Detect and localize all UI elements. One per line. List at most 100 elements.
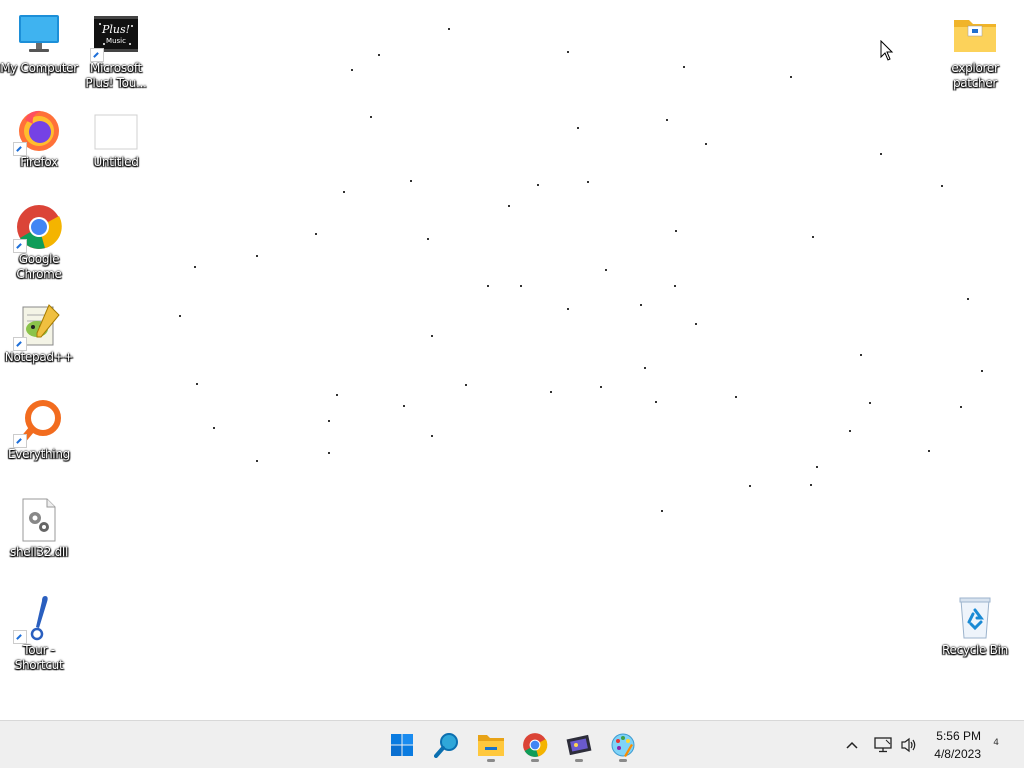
star-dot xyxy=(403,405,405,407)
star-dot xyxy=(587,181,589,183)
desktop-icon-label: Recycle Bin xyxy=(942,643,1008,657)
star-dot xyxy=(256,460,258,462)
star-dot xyxy=(370,116,372,118)
chrome-icon xyxy=(13,203,63,253)
tray-overflow-chevron[interactable] xyxy=(842,729,862,761)
desktop-icon-recycle-bin[interactable]: Recycle Bin xyxy=(936,594,1014,658)
shortcut-arrow-icon xyxy=(13,434,27,448)
desktop-icon-label: Firefox xyxy=(20,155,58,169)
star-dot xyxy=(213,427,215,429)
star-dot xyxy=(431,335,433,337)
taskbar-file-explorer[interactable] xyxy=(473,727,509,763)
desktop-icon-shell32[interactable]: shell32.dll xyxy=(0,496,78,560)
desktop-icon-google-chrome[interactable]: Google Chrome xyxy=(0,203,78,282)
tray-volume[interactable] xyxy=(898,729,920,761)
clock-time: 5:56 PM xyxy=(936,729,981,743)
windows-start-icon xyxy=(391,734,413,756)
star-dot xyxy=(674,285,676,287)
star-dot xyxy=(790,76,792,78)
recycle-bin-icon xyxy=(951,594,999,642)
star-dot xyxy=(315,233,317,235)
star-dot xyxy=(960,406,962,408)
star-dot xyxy=(860,354,862,356)
star-dot xyxy=(256,255,258,257)
star-dot xyxy=(328,420,330,422)
star-dot xyxy=(605,269,607,271)
notification-count-badge[interactable]: 4 xyxy=(993,738,999,748)
desktop-icon-tour-shortcut[interactable]: Tour - Shortcut xyxy=(0,594,78,673)
desktop-icon-plus-music[interactable]: Plus! Music Microsoft Plus! Tou... xyxy=(77,12,155,91)
dll-file-icon xyxy=(15,496,63,544)
taskbar-paint[interactable] xyxy=(605,727,641,763)
star-dot xyxy=(431,435,433,437)
star-dot xyxy=(683,66,685,68)
tray-network[interactable] xyxy=(872,729,894,761)
star-dot xyxy=(666,119,668,121)
shortcut-arrow-icon xyxy=(13,239,27,253)
star-dot xyxy=(812,236,814,238)
star-dot xyxy=(655,401,657,403)
star-dot xyxy=(705,143,707,145)
taskbar-start-button[interactable] xyxy=(384,727,420,763)
desktop-icon-explorer-patcher[interactable]: explorer patcher xyxy=(936,12,1014,91)
desktop-icon-everything[interactable]: Everything xyxy=(0,398,78,462)
desktop[interactable]: My Computer Firefox Google Chrome Notepa… xyxy=(0,0,1024,720)
star-dot xyxy=(567,308,569,310)
star-dot xyxy=(378,54,380,56)
running-indicator xyxy=(575,759,583,762)
star-dot xyxy=(967,298,969,300)
taskbar-media-player[interactable] xyxy=(561,727,597,763)
star-dot xyxy=(695,323,697,325)
star-dot xyxy=(849,430,851,432)
star-dot xyxy=(928,450,930,452)
star-dot xyxy=(427,238,429,240)
chevron-up-icon xyxy=(846,741,858,749)
taskbar-google-chrome[interactable] xyxy=(517,727,553,763)
running-indicator xyxy=(531,759,539,762)
star-dot xyxy=(550,391,552,393)
chrome-icon xyxy=(523,733,548,757)
desktop-icon-label: Tour - Shortcut xyxy=(14,643,64,672)
desktop-icon-my-computer[interactable]: My Computer xyxy=(0,12,78,76)
blank-file-icon xyxy=(92,106,140,154)
star-dot xyxy=(410,180,412,182)
star-dot xyxy=(328,452,330,454)
star-dot xyxy=(194,266,196,268)
desktop-icon-firefox[interactable]: Firefox xyxy=(0,106,78,170)
film-icon xyxy=(566,734,592,756)
desktop-icon-untitled[interactable]: Untitled xyxy=(77,106,155,170)
star-dot xyxy=(735,396,737,398)
star-dot xyxy=(810,484,812,486)
star-dot xyxy=(537,184,539,186)
desktop-icon-label: Notepad++ xyxy=(4,350,74,364)
star-dot xyxy=(520,285,522,287)
star-dot xyxy=(465,384,467,386)
star-dot xyxy=(351,69,353,71)
star-dot xyxy=(567,51,569,53)
taskbar-clock[interactable]: 5:56 PM 4/8/2023 xyxy=(934,727,981,763)
star-dot xyxy=(941,185,943,187)
star-dot xyxy=(508,205,510,207)
shortcut-arrow-icon xyxy=(13,142,27,156)
star-dot xyxy=(816,466,818,468)
star-dot xyxy=(179,315,181,317)
svg-text:Plus!: Plus! xyxy=(101,23,130,36)
mouse-pointer-icon xyxy=(880,40,894,61)
paint-palette-icon xyxy=(611,733,635,757)
taskbar-search-button[interactable] xyxy=(429,727,465,763)
star-dot xyxy=(661,510,663,512)
star-dot xyxy=(487,285,489,287)
svg-text:Music: Music xyxy=(106,37,126,45)
running-indicator xyxy=(619,759,627,762)
star-dot xyxy=(981,370,983,372)
running-indicator xyxy=(487,759,495,762)
star-dot xyxy=(196,383,198,385)
desktop-icon-notepadpp[interactable]: Notepad++ xyxy=(0,301,78,365)
star-dot xyxy=(600,386,602,388)
star-dot xyxy=(336,394,338,396)
star-dot xyxy=(343,191,345,193)
star-dot xyxy=(675,230,677,232)
speaker-icon xyxy=(901,737,916,753)
star-dot xyxy=(640,304,642,306)
plus-music-icon: Plus! Music xyxy=(90,12,140,62)
